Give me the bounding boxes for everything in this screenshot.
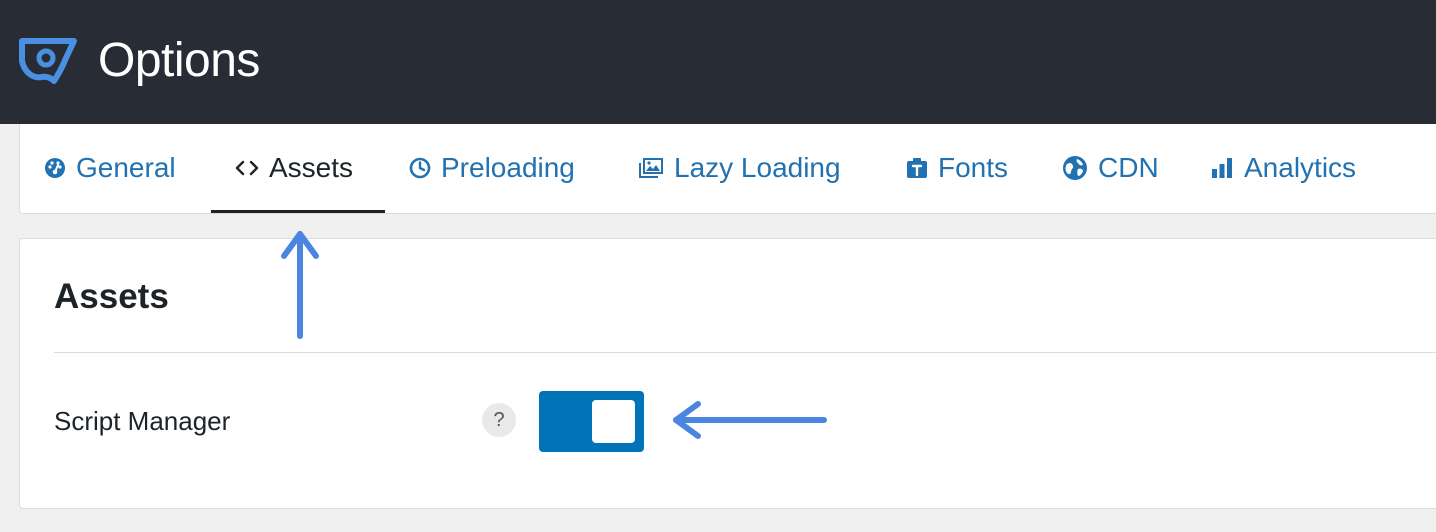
dashboard-icon [44, 157, 66, 179]
images-icon [638, 157, 664, 179]
clock-icon [409, 157, 431, 179]
tab-label: Analytics [1244, 152, 1357, 183]
top-header: Options [0, 0, 1436, 124]
tab-fonts[interactable]: Fonts [906, 124, 1008, 212]
tab-cdn[interactable]: CDN [1062, 124, 1159, 212]
tab-bar: General Assets Preloading Lazy Loading F… [19, 124, 1436, 214]
globe-icon [1062, 155, 1088, 181]
bar-chart-icon [1210, 157, 1234, 179]
script-manager-toggle[interactable] [539, 391, 644, 452]
section-divider [54, 352, 1436, 353]
tab-general[interactable]: General [44, 124, 176, 212]
perfmatters-logo-icon [19, 38, 77, 84]
tab-label: General [76, 152, 176, 183]
tab-assets[interactable]: Assets [235, 124, 353, 212]
tab-label: Fonts [938, 152, 1009, 183]
code-icon [235, 159, 259, 177]
help-tooltip-icon[interactable]: ? [482, 403, 516, 437]
help-symbol: ? [493, 408, 505, 431]
active-tab-indicator [211, 210, 385, 213]
assets-panel: Assets Script Manager ? [19, 238, 1436, 509]
tab-label: Preloading [441, 152, 575, 183]
tab-label: Assets [269, 152, 354, 183]
script-manager-label: Script Manager [54, 406, 231, 436]
tab-preloading[interactable]: Preloading [409, 124, 575, 212]
toggle-knob [592, 400, 635, 443]
tab-label: Lazy Loading [674, 152, 841, 183]
tab-lazy-loading[interactable]: Lazy Loading [638, 124, 841, 212]
tab-label: CDN [1098, 152, 1159, 183]
tab-analytics[interactable]: Analytics [1210, 124, 1356, 212]
section-title: Assets [54, 277, 169, 316]
font-icon [906, 157, 928, 179]
page-title: Options [98, 34, 260, 87]
